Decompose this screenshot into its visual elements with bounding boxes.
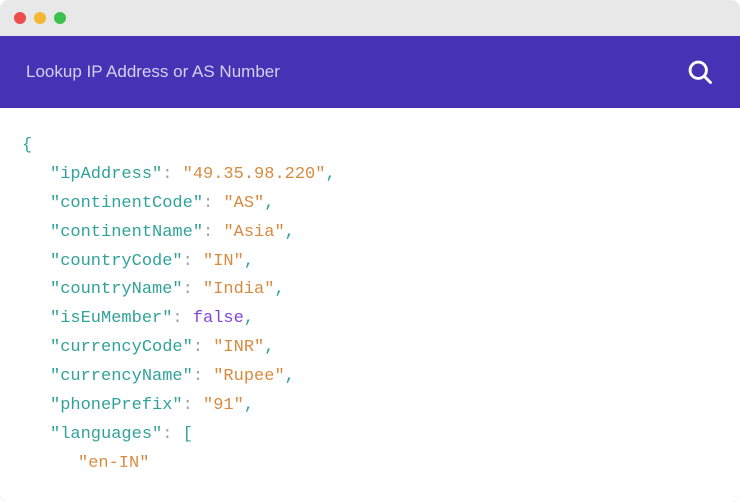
window-titlebar [0,0,740,36]
code-line: "languages": [ [22,421,718,450]
search-icon[interactable] [686,58,714,86]
code-line: "currencyName": "Rupee", [22,363,718,392]
code-line: "ipAddress": "49.35.98.220", [22,161,718,190]
json-value: "INR" [213,338,264,357]
json-key: "currencyName" [50,367,193,386]
search-placeholder: Lookup IP Address or AS Number [26,62,280,82]
json-key: "phonePrefix" [50,396,183,415]
json-key: "isEuMember" [50,309,172,328]
json-key: "countryCode" [50,252,183,271]
maximize-icon[interactable] [54,12,66,24]
json-key: "continentCode" [50,194,203,213]
code-line: "continentName": "Asia", [22,219,718,248]
code-line: "currencyCode": "INR", [22,334,718,363]
json-key: "continentName" [50,223,203,242]
json-value: "Rupee" [213,367,284,386]
json-value: "IN" [203,252,244,271]
json-value: "91" [203,396,244,415]
json-key: "countryName" [50,280,183,299]
minimize-icon[interactable] [34,12,46,24]
json-key: "ipAddress" [50,165,162,184]
close-icon[interactable] [14,12,26,24]
code-line: "phonePrefix": "91", [22,392,718,421]
code-line: "countryCode": "IN", [22,248,718,277]
code-line: "isEuMember": false, [22,305,718,334]
search-bar[interactable]: Lookup IP Address or AS Number [0,36,740,108]
json-value: false [193,309,244,328]
json-value: "Asia" [223,223,284,242]
code-line: "en-IN" [22,450,718,479]
json-response-area: { "ipAddress": "49.35.98.220","continent… [0,108,740,502]
code-line: "countryName": "India", [22,276,718,305]
code-line: { [22,132,718,161]
json-key: "currencyCode" [50,338,193,357]
json-value: "49.35.98.220" [183,165,326,184]
code-line: "continentCode": "AS", [22,190,718,219]
json-value: "India" [203,280,274,299]
json-value: "AS" [223,194,264,213]
app-window: Lookup IP Address or AS Number { "ipAddr… [0,0,740,502]
